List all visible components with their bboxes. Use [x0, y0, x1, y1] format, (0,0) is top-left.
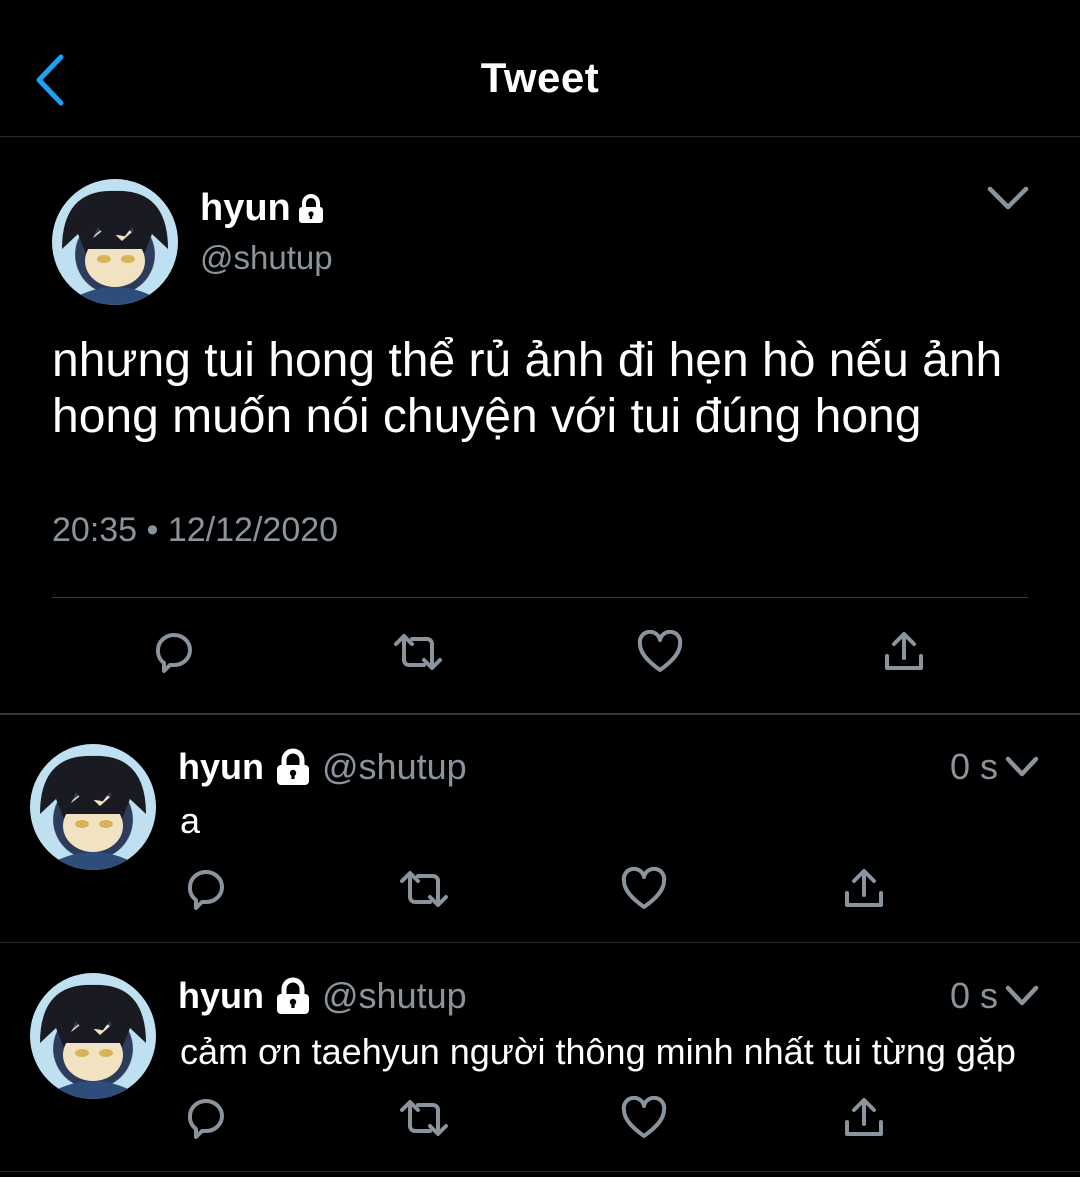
like-icon [621, 867, 667, 909]
share-button[interactable] [834, 1093, 894, 1143]
reply-header: hyun @shutup [178, 975, 467, 1017]
reply-tweet[interactable]: hyun @shutup 0 s cảm ơn taehyun người th… [0, 943, 1080, 1172]
like-button[interactable] [614, 864, 674, 914]
reply-actions [0, 1093, 1080, 1149]
author-name-text: hyun [200, 187, 291, 229]
like-button[interactable] [614, 1093, 674, 1143]
author-name[interactable]: hyun [178, 975, 264, 1017]
main-tweet: hyun @shutup nhưng tui hong thể rủ ảnh đ… [0, 137, 1080, 715]
share-button[interactable] [874, 627, 934, 677]
avatar[interactable] [52, 179, 178, 305]
tweet-options-button[interactable] [1004, 983, 1040, 1009]
reply-button[interactable] [176, 1093, 236, 1143]
like-button[interactable] [630, 627, 690, 677]
retweet-icon [400, 871, 448, 907]
reply-text: cảm ơn taehyun người thông minh nhất tui… [180, 1031, 1016, 1072]
top-bar: Tweet [0, 0, 1080, 137]
tweet-options-button[interactable] [1004, 754, 1040, 780]
tweet-timestamp[interactable]: 20:35 • 12/12/2020 [52, 511, 338, 550]
chevron-down-icon [987, 186, 1029, 210]
chevron-down-icon [1005, 985, 1039, 1006]
lock-icon [277, 748, 309, 785]
reply-text: a [180, 800, 201, 841]
lock-icon [298, 193, 323, 223]
retweet-icon [400, 1100, 448, 1136]
reply-icon [187, 1099, 224, 1139]
share-button[interactable] [834, 864, 894, 914]
reply-tweet[interactable]: hyun @shutup 0 s a [0, 714, 1080, 943]
like-icon [621, 1096, 667, 1138]
reply-header: hyun @shutup [178, 746, 467, 788]
lock-icon [277, 977, 309, 1014]
author-name[interactable]: hyun [200, 187, 325, 230]
divider [52, 597, 1028, 598]
tweet-options-button[interactable] [986, 183, 1030, 213]
share-icon [845, 869, 883, 907]
avatar[interactable] [30, 744, 156, 870]
retweet-button[interactable] [394, 864, 454, 914]
author-handle[interactable]: @shutup [322, 975, 467, 1017]
page-title: Tweet [480, 54, 600, 101]
retweet-button[interactable] [388, 627, 448, 677]
share-icon [885, 632, 923, 670]
author-handle[interactable]: @shutup [322, 746, 467, 788]
share-icon [845, 1098, 883, 1136]
author-name[interactable]: hyun [178, 746, 264, 788]
reply-timestamp: 0 s [949, 746, 998, 787]
avatar[interactable] [30, 973, 156, 1099]
reply-button[interactable] [144, 627, 204, 677]
tweet-text: nhưng tui hong thể rủ ảnh đi hẹn hò nếu … [52, 334, 1003, 443]
retweet-button[interactable] [394, 1093, 454, 1143]
tweet-actions [0, 627, 1080, 683]
chevron-down-icon [1005, 756, 1039, 777]
reply-icon [155, 633, 192, 673]
author-handle[interactable]: @shutup [200, 239, 333, 277]
reply-icon [187, 870, 224, 910]
reply-button[interactable] [176, 864, 236, 914]
reply-actions [0, 864, 1080, 920]
like-icon [637, 630, 683, 672]
reply-timestamp: 0 s [949, 975, 998, 1016]
retweet-icon [394, 634, 442, 670]
